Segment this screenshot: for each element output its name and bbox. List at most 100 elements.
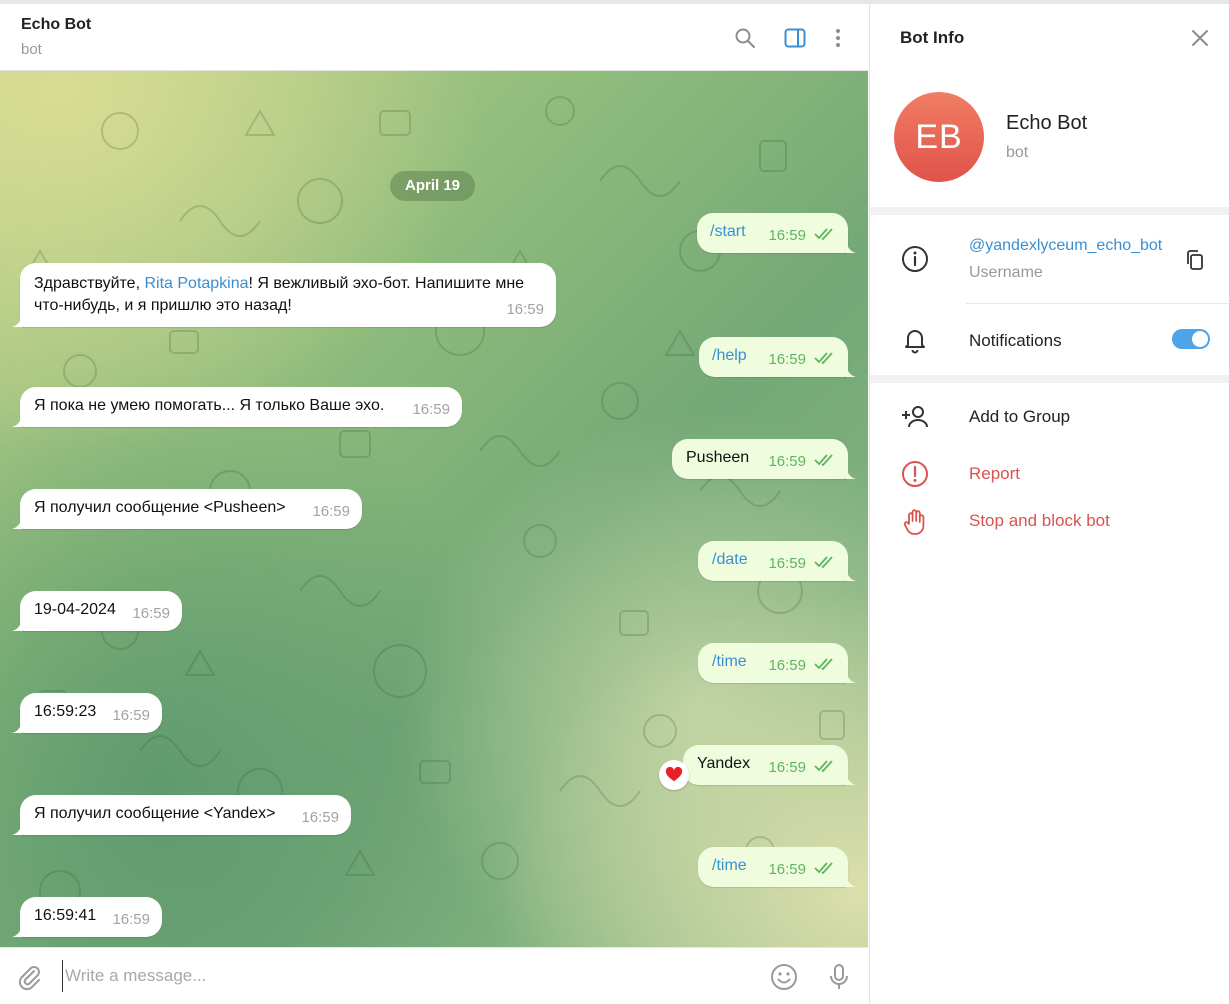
bubble-tail: [12, 315, 22, 327]
bubble-tail: [846, 241, 856, 253]
double-check-icon: [814, 862, 833, 875]
message-time: 16:59: [312, 503, 350, 520]
report-icon: [900, 459, 930, 489]
outgoing-message[interactable]: /time 16:59: [698, 847, 856, 887]
message-text[interactable]: 16:59:23: [34, 701, 96, 723]
add-user-icon: [900, 402, 930, 432]
message-time: 16:59: [768, 859, 836, 881]
paperclip-icon[interactable]: [14, 962, 44, 992]
message-time: 16:59: [768, 655, 836, 677]
message-text[interactable]: /time: [712, 855, 747, 877]
message-time: 16:59: [132, 605, 170, 622]
bubble-tail: [846, 365, 856, 377]
message-text[interactable]: Я получил сообщение <Yandex>: [34, 803, 276, 825]
notifications-label: Notifications: [969, 331, 1062, 350]
bubble-tail: [12, 619, 22, 631]
message-text[interactable]: /start: [710, 221, 746, 243]
panel-title: Bot Info: [900, 28, 965, 47]
bubble-tail: [846, 773, 856, 785]
bot-subtitle: bot: [1006, 144, 1029, 161]
bubble-tail: [846, 671, 856, 683]
outgoing-message[interactable]: /help 16:59: [699, 337, 856, 377]
outgoing-message[interactable]: /time 16:59: [698, 643, 856, 683]
outgoing-message[interactable]: Pusheen 16:59: [672, 439, 856, 479]
double-check-icon: [814, 352, 833, 365]
double-check-icon: [814, 454, 833, 467]
incoming-message[interactable]: 16:59:41 16:59: [12, 897, 162, 937]
message-list[interactable]: April 19 /start 16:59 Здравствуйте, Rita…: [0, 71, 868, 947]
message-time: 16:59: [112, 707, 150, 724]
message-time: 16:59: [768, 451, 836, 473]
date-separator: April 19: [390, 171, 476, 201]
incoming-message[interactable]: Я пока не умею помогать... Я только Ваше…: [12, 387, 462, 427]
microphone-icon[interactable]: [824, 962, 854, 992]
telegram-window: Echo Bot bot April 19 /start 16:59 Здрав…: [0, 4, 1229, 1004]
avatar[interactable]: EB: [894, 92, 984, 182]
double-check-icon: [814, 760, 833, 773]
message-time: 16:59: [412, 401, 450, 418]
message-time: 16:59: [768, 225, 836, 247]
bot-info-panel: Bot Info EB Echo Bot bot @yandexlyceum_e…: [869, 4, 1229, 1004]
incoming-message[interactable]: Здравствуйте, Rita Potapkina! Я вежливый…: [12, 263, 556, 327]
message-text[interactable]: Pusheen: [686, 447, 749, 469]
message-text[interactable]: /date: [712, 549, 748, 571]
search-icon[interactable]: [733, 26, 757, 50]
bubble-tail: [12, 925, 22, 937]
message-text[interactable]: Я получил сообщение <Pusheen>: [34, 497, 286, 519]
message-time: 16:59: [301, 809, 339, 826]
outgoing-message[interactable]: Yandex 16:59: [683, 745, 856, 785]
bot-name: Echo Bot: [1006, 112, 1088, 134]
message-text[interactable]: /help: [712, 345, 747, 367]
outgoing-message[interactable]: /date 16:59: [698, 541, 856, 581]
bubble-tail: [12, 517, 22, 529]
close-icon[interactable]: [1188, 26, 1212, 50]
double-check-icon: [814, 556, 833, 569]
chat-pane: Echo Bot bot April 19 /start 16:59 Здрав…: [0, 4, 868, 1004]
message-text[interactable]: Здравствуйте, Rita Potapkina! Я вежливый…: [34, 273, 549, 317]
section-divider: [870, 375, 1229, 383]
message-time: 16:59: [768, 349, 836, 371]
incoming-message[interactable]: 16:59:23 16:59: [12, 693, 162, 733]
message-text[interactable]: Yandex: [697, 753, 750, 775]
message-text[interactable]: 16:59:41: [34, 905, 96, 927]
stop-and-block-label[interactable]: Stop and block bot: [969, 511, 1110, 531]
toggle-knob: [1192, 331, 1208, 347]
outgoing-message[interactable]: /start 16:59: [697, 213, 856, 253]
hand-stop-icon: [900, 507, 930, 537]
row-divider: [966, 303, 1229, 304]
chat-header: Echo Bot bot: [0, 4, 868, 71]
notifications-toggle[interactable]: [1172, 329, 1210, 349]
emoji-icon[interactable]: [769, 962, 799, 992]
copy-icon[interactable]: [1183, 248, 1207, 272]
more-vertical-icon[interactable]: [826, 26, 850, 50]
incoming-message[interactable]: Я получил сообщение <Pusheen> 16:59: [12, 489, 362, 529]
double-check-icon: [814, 658, 833, 671]
incoming-message[interactable]: 19-04-2024 16:59: [12, 591, 182, 631]
bubble-tail: [846, 875, 856, 887]
add-to-group-label[interactable]: Add to Group: [969, 407, 1070, 427]
message-time: 16:59: [768, 553, 836, 575]
double-check-icon: [814, 228, 833, 241]
message-input[interactable]: [62, 960, 742, 992]
bubble-tail: [846, 467, 856, 479]
message-composer: [0, 947, 868, 1004]
bubble-tail: [12, 721, 22, 733]
sidebar-panel-icon[interactable]: [783, 26, 807, 50]
chat-title[interactable]: Echo Bot: [21, 16, 91, 34]
chat-status: bot: [21, 41, 42, 58]
message-time: 16:59: [506, 301, 544, 318]
report-label[interactable]: Report: [969, 464, 1020, 484]
message-text[interactable]: /time: [712, 651, 747, 673]
bubble-tail: [846, 569, 856, 581]
message-text[interactable]: Я пока не умею помогать... Я только Ваше…: [34, 395, 384, 417]
username-caption: Username: [969, 264, 1043, 281]
info-icon: [900, 244, 930, 274]
bell-icon: [900, 325, 930, 355]
username-link[interactable]: @yandexlyceum_echo_bot: [969, 237, 1162, 255]
heart-reaction-icon[interactable]: [659, 760, 689, 790]
bubble-tail: [12, 823, 22, 835]
user-mention-link[interactable]: Rita Potapkina: [144, 275, 248, 292]
incoming-message[interactable]: Я получил сообщение <Yandex> 16:59: [12, 795, 351, 835]
message-time: 16:59: [112, 911, 150, 928]
message-text[interactable]: 19-04-2024: [34, 599, 116, 621]
